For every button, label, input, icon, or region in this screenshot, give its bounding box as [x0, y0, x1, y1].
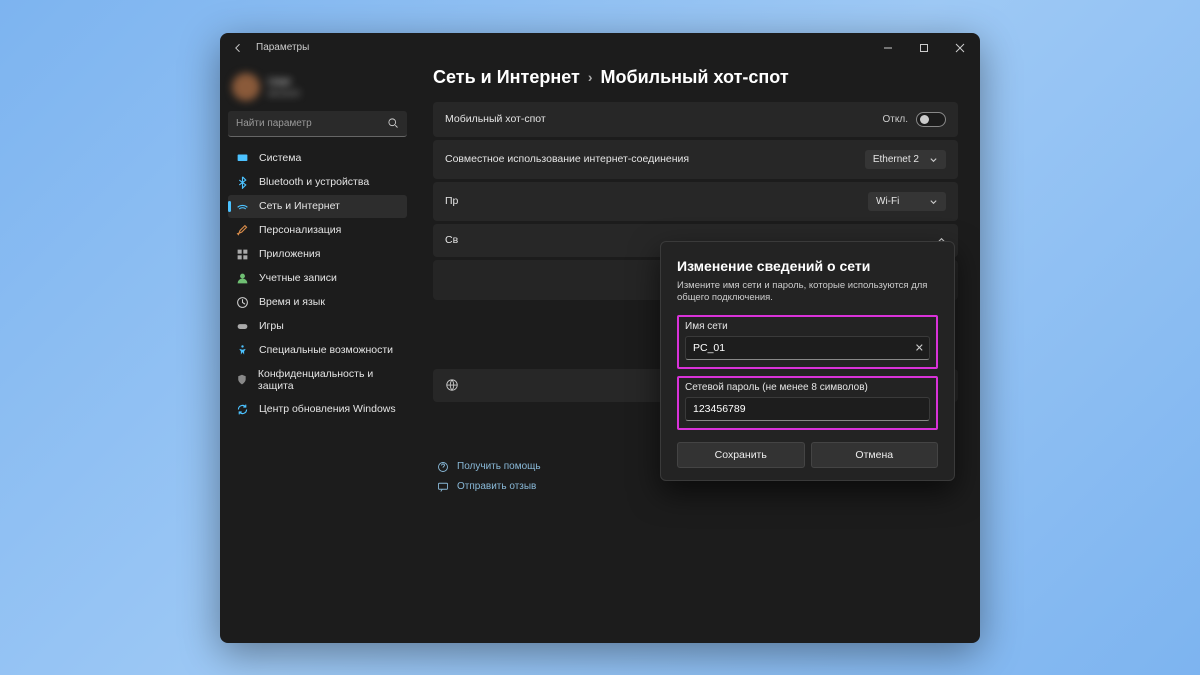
- sidebar-item-label: Учетные записи: [259, 272, 337, 284]
- sidebar-item-gaming[interactable]: Игры: [228, 315, 407, 338]
- row-sharing[interactable]: Совместное использование интернет-соедин…: [433, 140, 958, 179]
- sidebar-item-accessibility[interactable]: Специальные возможности: [228, 339, 407, 362]
- edit-network-dialog: Изменение сведений о сети Измените имя с…: [660, 241, 955, 482]
- search-input[interactable]: [236, 118, 387, 129]
- hotspot-toggle[interactable]: Откл.: [883, 112, 946, 127]
- sidebar-item-label: Bluetooth и устройства: [259, 176, 369, 188]
- sidebar-item-label: Конфиденциальность и защита: [258, 368, 399, 392]
- sidebar-item-update[interactable]: Центр обновления Windows: [228, 398, 407, 421]
- games-icon: [236, 320, 249, 333]
- dropdown-value: Ethernet 2: [873, 154, 919, 165]
- breadcrumb: Сеть и Интернет › Мобильный хот-спот: [433, 67, 958, 88]
- window-controls: [870, 33, 978, 63]
- sidebar-item-accounts[interactable]: Учетные записи: [228, 267, 407, 290]
- accessibility-icon: [236, 344, 249, 357]
- close-button[interactable]: [942, 33, 978, 63]
- row-label: Мобильный хот-спот: [445, 113, 546, 125]
- sidebar-item-network[interactable]: Сеть и Интернет: [228, 195, 407, 218]
- toggle-label: Откл.: [883, 114, 908, 125]
- network-password-input[interactable]: [685, 397, 930, 421]
- maximize-button[interactable]: [906, 33, 942, 63]
- sidebar-item-label: Приложения: [259, 248, 320, 260]
- search-icon: [387, 117, 399, 129]
- settings-window: Параметры User account: [220, 33, 980, 643]
- system-icon: [236, 152, 249, 165]
- save-button[interactable]: Сохранить: [677, 442, 805, 468]
- link-label: Отправить отзыв: [457, 481, 536, 492]
- sidebar: User account Система Bluetooth и устройс…: [220, 63, 415, 643]
- titlebar: Параметры: [220, 33, 980, 63]
- sidebar-item-label: Система: [259, 152, 301, 164]
- minimize-button[interactable]: [870, 33, 906, 63]
- sidebar-item-time[interactable]: Время и язык: [228, 291, 407, 314]
- toggle-track[interactable]: [916, 112, 946, 127]
- sidebar-item-label: Время и язык: [259, 296, 325, 308]
- user-block[interactable]: User account: [228, 69, 407, 111]
- sidebar-item-label: Специальные возможности: [259, 344, 393, 356]
- nav: Система Bluetooth и устройства Сеть и Ин…: [228, 147, 407, 421]
- user-sub: account: [268, 88, 300, 98]
- cancel-button[interactable]: Отмена: [811, 442, 939, 468]
- sidebar-item-privacy[interactable]: Конфиденциальность и защита: [228, 363, 407, 397]
- apps-icon: [236, 248, 249, 261]
- feedback-icon: [437, 481, 449, 493]
- update-icon: [236, 403, 249, 416]
- sharing-dropdown[interactable]: Ethernet 2: [865, 150, 946, 169]
- sidebar-item-personalization[interactable]: Персонализация: [228, 219, 407, 242]
- breadcrumb-current: Мобильный хот-спот: [600, 67, 788, 88]
- time-icon: [236, 296, 249, 309]
- mode-dropdown[interactable]: Wi-Fi: [868, 192, 946, 211]
- row-label: Пр: [445, 195, 458, 207]
- row-hotspot-toggle[interactable]: Мобильный хот-спот Откл.: [433, 102, 958, 137]
- chevron-right-icon: ›: [588, 69, 593, 85]
- sidebar-item-apps[interactable]: Приложения: [228, 243, 407, 266]
- breadcrumb-root[interactable]: Сеть и Интернет: [433, 67, 580, 88]
- dialog-title: Изменение сведений о сети: [677, 258, 938, 274]
- window-title: Параметры: [256, 42, 309, 53]
- sidebar-item-label: Центр обновления Windows: [259, 403, 396, 415]
- avatar: [232, 73, 260, 101]
- sidebar-item-label: Сеть и Интернет: [259, 200, 340, 212]
- account-icon: [236, 272, 249, 285]
- field-label: Имя сети: [685, 321, 930, 332]
- chevron-down-icon: [929, 197, 938, 206]
- sidebar-item-system[interactable]: Система: [228, 147, 407, 170]
- sidebar-item-label: Игры: [259, 320, 284, 332]
- row-mode[interactable]: Пр Wi-Fi: [433, 182, 958, 221]
- brush-icon: [236, 224, 249, 237]
- feedback-link[interactable]: Отправить отзыв: [437, 481, 958, 493]
- globe-icon: [445, 378, 459, 392]
- privacy-icon: [236, 373, 248, 386]
- field-network-name: Имя сети ✕: [677, 315, 938, 369]
- sidebar-item-bluetooth[interactable]: Bluetooth и устройства: [228, 171, 407, 194]
- dropdown-value: Wi-Fi: [876, 196, 899, 207]
- search-box[interactable]: [228, 111, 407, 137]
- user-name: User: [268, 76, 300, 88]
- network-icon: [236, 200, 249, 213]
- row-label: Св: [445, 234, 458, 246]
- chevron-down-icon: [929, 155, 938, 164]
- row-label: Совместное использование интернет-соедин…: [445, 153, 689, 165]
- help-icon: [437, 461, 449, 473]
- network-name-input[interactable]: [685, 336, 930, 360]
- clear-icon[interactable]: ✕: [915, 342, 924, 355]
- link-label: Получить помощь: [457, 461, 541, 472]
- field-label: Сетевой пароль (не менее 8 символов): [685, 382, 930, 393]
- back-icon[interactable]: [232, 42, 244, 54]
- field-network-password: Сетевой пароль (не менее 8 символов): [677, 376, 938, 430]
- sidebar-item-label: Персонализация: [259, 224, 341, 236]
- bluetooth-icon: [236, 176, 249, 189]
- dialog-subtitle: Измените имя сети и пароль, которые испо…: [677, 280, 938, 306]
